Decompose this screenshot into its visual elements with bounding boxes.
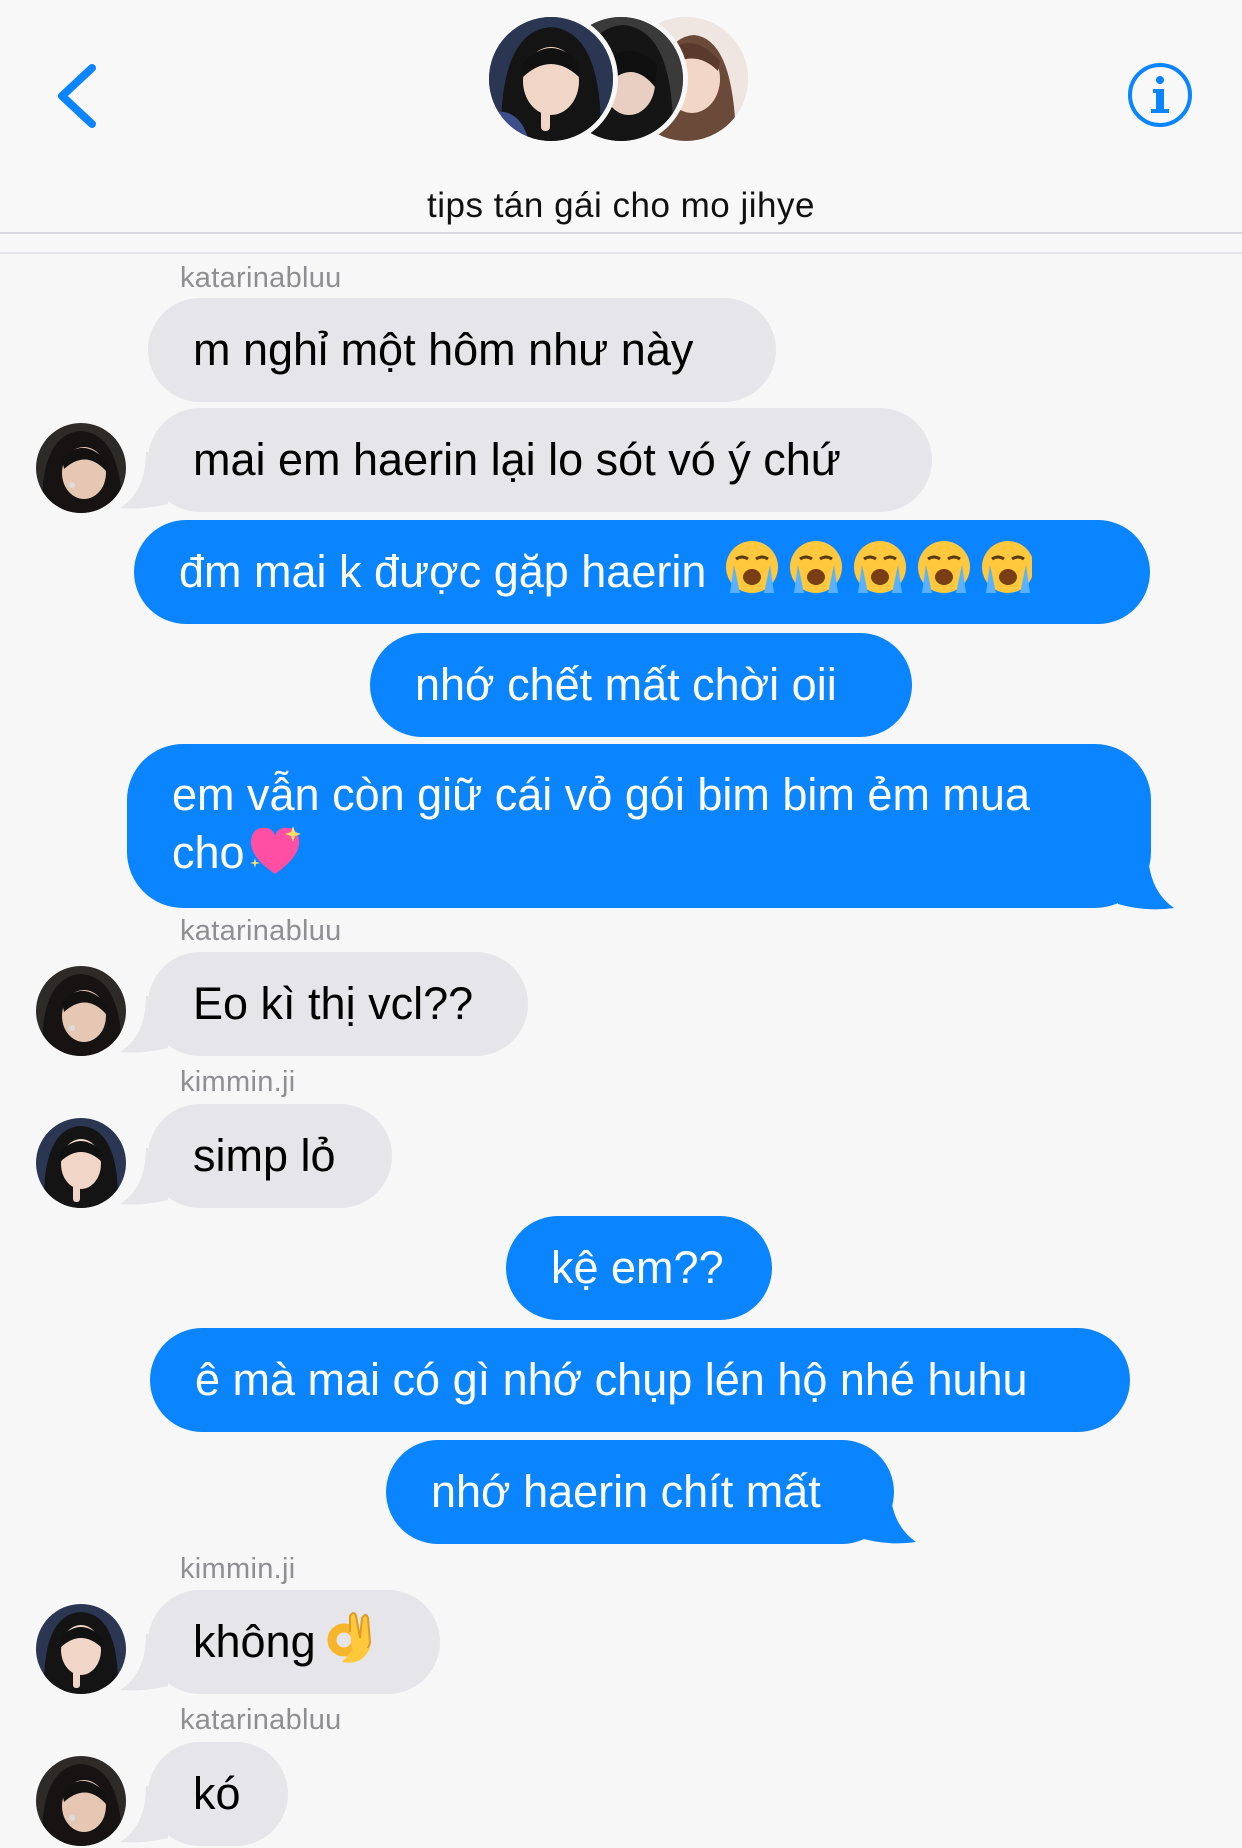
sender-name: katarinabluu	[180, 262, 342, 294]
message-text: nhớ haerin chít mất	[431, 1466, 821, 1517]
message-text: kó	[193, 1768, 241, 1819]
message-bubble-outgoing[interactable]: đm mai k được gặp haerin	[134, 520, 1150, 624]
avatar-katarinabluu[interactable]	[36, 1756, 126, 1846]
avatar-kimmin-ji[interactable]	[36, 1604, 126, 1694]
sender-name: kimmin.ji	[180, 1066, 296, 1098]
message-text: kệ em??	[551, 1242, 724, 1293]
message-bubble-outgoing[interactable]: ê mà mai có gì nhớ chụp lén hộ nhé huhu	[150, 1328, 1130, 1432]
message-bubble-incoming[interactable]: không	[148, 1590, 440, 1694]
message-bubble-outgoing[interactable]: em vẫn còn giữ cái vỏ gói bim bim ẻm mua…	[127, 744, 1151, 908]
message-bubble-incoming[interactable]: m nghỉ một hôm như này	[148, 298, 776, 402]
bubble-tail-outgoing	[860, 1484, 916, 1544]
message-bubble-outgoing[interactable]: nhớ chết mất chời oii	[370, 633, 912, 737]
chat-header: tips tán gái cho mo jihye	[0, 0, 1242, 234]
message-text: simp lỏ	[193, 1130, 336, 1181]
loudly-crying-emoji-row	[722, 537, 1036, 608]
header-divider	[0, 252, 1242, 254]
sender-name: katarinabluu	[180, 1704, 342, 1736]
group-avatar[interactable]	[484, 12, 753, 147]
avatar-katarinabluu[interactable]	[36, 423, 126, 513]
back-button[interactable]	[50, 56, 110, 136]
avatar-kimmin-ji[interactable]	[36, 1118, 126, 1208]
chevron-left-icon	[58, 64, 96, 128]
message-text: đm mai k được gặp haerin	[179, 546, 707, 597]
message-bubble-incoming[interactable]: kó	[148, 1742, 288, 1846]
sparkling-heart-emoji	[245, 822, 305, 890]
sender-name: kimmin.ji	[180, 1553, 296, 1585]
group-avatar-1	[484, 12, 618, 146]
message-bubble-outgoing[interactable]: nhớ haerin chít mất	[386, 1440, 894, 1544]
message-text: mai em haerin lại lo sót vó ý chứ	[193, 434, 841, 485]
sender-name: katarinabluu	[180, 915, 342, 947]
message-text: m nghỉ một hôm như này	[193, 324, 694, 375]
ok-hand-emoji	[322, 1608, 376, 1677]
avatar-katarinabluu[interactable]	[36, 966, 126, 1056]
message-text: không	[193, 1616, 316, 1667]
message-bubble-outgoing[interactable]: kệ em??	[506, 1216, 772, 1320]
message-text: nhớ chết mất chời oii	[415, 659, 837, 710]
message-text: ê mà mai có gì nhớ chụp lén hộ nhé huhu	[195, 1354, 1028, 1405]
message-bubble-incoming[interactable]: simp lỏ	[148, 1104, 392, 1208]
message-text: Eo kì thị vcl??	[193, 978, 474, 1029]
info-icon	[1128, 63, 1192, 127]
chat-title: tips tán gái cho mo jihye	[427, 186, 815, 225]
message-bubble-incoming[interactable]: mai em haerin lại lo sót vó ý chứ	[148, 408, 932, 512]
bubble-tail-outgoing	[1118, 850, 1174, 910]
info-button[interactable]	[1126, 61, 1194, 129]
message-bubble-incoming[interactable]: Eo kì thị vcl??	[148, 952, 528, 1056]
